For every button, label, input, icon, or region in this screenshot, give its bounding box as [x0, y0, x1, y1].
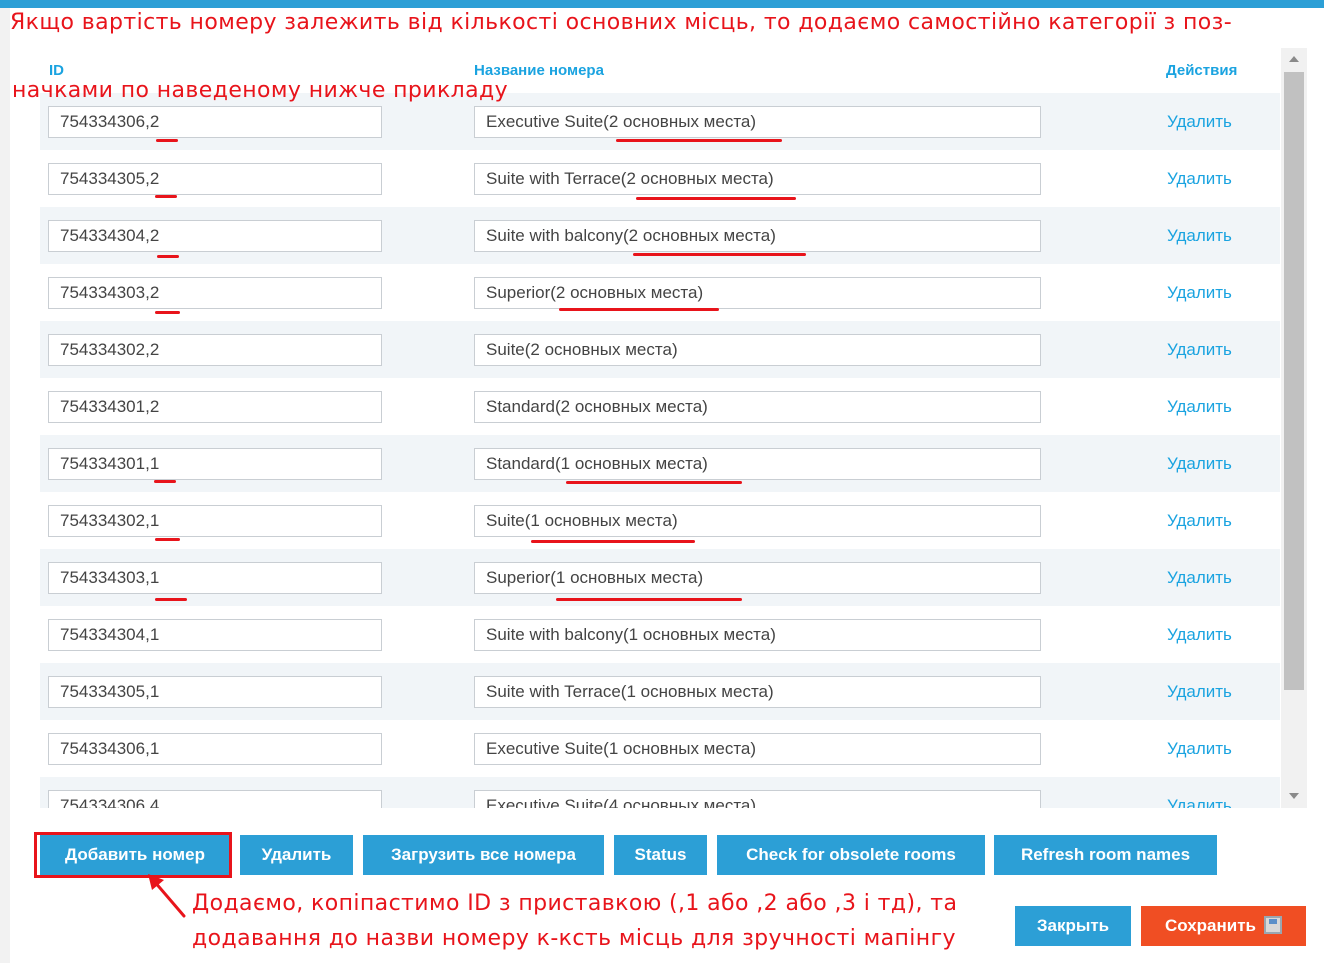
table-scrollbar[interactable]: [1281, 48, 1307, 808]
scrollbar-thumb[interactable]: [1284, 72, 1304, 690]
delete-row-link[interactable]: Удалить: [1167, 226, 1232, 246]
room-id-input[interactable]: 754334306,4: [48, 790, 382, 808]
delete-row-link[interactable]: Удалить: [1167, 568, 1232, 588]
close-button[interactable]: Закрыть: [1015, 906, 1131, 946]
room-id-input[interactable]: 754334306,1: [48, 733, 382, 765]
delete-row-link[interactable]: Удалить: [1167, 283, 1232, 303]
delete-row-link[interactable]: Удалить: [1167, 340, 1232, 360]
room-name-input[interactable]: Suite with Terrace(1 основных места): [474, 676, 1041, 708]
room-id-input[interactable]: 754334304,2: [48, 220, 382, 252]
annotation-underline: [154, 480, 176, 483]
room-id-input[interactable]: 754334305,2: [48, 163, 382, 195]
annotation-underline: [155, 195, 177, 198]
table-row: 754334301,2 Standard(2 основных места) У…: [40, 378, 1280, 435]
annotation-underline: [566, 481, 742, 484]
room-name-input[interactable]: Standard(2 основных места): [474, 391, 1041, 423]
room-name-input[interactable]: Suite(2 основных места): [474, 334, 1041, 366]
room-name-input[interactable]: Executive Suite(1 основных места): [474, 733, 1041, 765]
room-id-input[interactable]: 754334301,1: [48, 448, 382, 480]
room-name-input[interactable]: Superior(2 основных места): [474, 277, 1041, 309]
table-row: 754334306,1 Executive Suite(1 основных м…: [40, 720, 1280, 777]
room-id-input[interactable]: 754334302,1: [48, 505, 382, 537]
room-name-input[interactable]: Standard(1 основных места): [474, 448, 1041, 480]
delete-row-link[interactable]: Удалить: [1167, 682, 1232, 702]
room-id-input[interactable]: 754334306,2: [48, 106, 382, 138]
column-header-name: Название номера: [474, 62, 604, 79]
annotation-arrow-icon: [148, 874, 186, 918]
annotation-underline: [155, 311, 180, 314]
save-button-label: Сохранить: [1164, 916, 1257, 935]
delete-row-link[interactable]: Удалить: [1167, 112, 1232, 132]
room-id-input[interactable]: 754334303,1: [48, 562, 382, 594]
scroll-down-arrow-icon[interactable]: [1289, 793, 1299, 799]
delete-button[interactable]: Удалить: [240, 835, 353, 875]
status-button[interactable]: Status: [614, 835, 707, 875]
delete-row-link[interactable]: Удалить: [1167, 796, 1232, 808]
room-name-input[interactable]: Superior(1 основных места): [474, 562, 1041, 594]
table-row: 754334305,1 Suite with Terrace(1 основны…: [40, 663, 1280, 720]
table-row: 754334304,1 Suite with balcony(1 основны…: [40, 606, 1280, 663]
column-header-id: ID: [49, 62, 64, 79]
annotation-underline: [559, 308, 719, 311]
background-page-strip: [0, 8, 10, 963]
annotation-underline: [616, 139, 782, 142]
save-button[interactable]: Сохранить: [1141, 906, 1306, 946]
room-name-input[interactable]: Suite with balcony(2 основных места): [474, 220, 1041, 252]
room-name-input[interactable]: Executive Suite(2 основных места): [474, 106, 1041, 138]
room-id-input[interactable]: 754334303,2: [48, 277, 382, 309]
delete-row-link[interactable]: Удалить: [1167, 511, 1232, 531]
rooms-table: 754334306,2 Executive Suite(2 основных м…: [40, 93, 1280, 808]
dialog-title-bar: [0, 0, 1324, 8]
room-name-input[interactable]: Suite(1 основных места): [474, 505, 1041, 537]
floppy-disk-icon: [1264, 916, 1283, 934]
annotation-underline: [531, 540, 695, 543]
delete-row-link[interactable]: Удалить: [1167, 397, 1232, 417]
column-header-actions: Действия: [1166, 62, 1238, 79]
annotation-underline: [556, 598, 742, 601]
annotation-underline: [155, 598, 187, 601]
annotation-top-line1: Якщо вартість номеру залежить від кілько…: [10, 10, 1233, 35]
scroll-up-arrow-icon[interactable]: [1289, 56, 1299, 62]
table-row: 754334302,2 Suite(2 основных места) Удал…: [40, 321, 1280, 378]
refresh-room-names-button[interactable]: Refresh room names: [994, 835, 1217, 875]
annotation-bottom-line1: Додаємо, копіпастимо ID з приставкою (,1…: [192, 891, 958, 916]
annotation-underline: [157, 255, 179, 258]
room-id-input[interactable]: 754334302,2: [48, 334, 382, 366]
annotation-top-line2: начками по наведеному нижче прикладу: [12, 78, 509, 103]
room-name-input[interactable]: Suite with balcony(1 основных места): [474, 619, 1041, 651]
annotation-underline: [156, 139, 178, 142]
annotation-bottom-line2: додавання до назви номеру к-кcть місць д…: [192, 926, 956, 951]
table-row: 754334306,4 Executive Suite(4 основных м…: [40, 777, 1280, 808]
annotation-underline: [633, 253, 806, 256]
annotation-highlight-box: [34, 832, 232, 878]
annotation-underline: [636, 197, 796, 200]
delete-row-link[interactable]: Удалить: [1167, 169, 1232, 189]
delete-row-link[interactable]: Удалить: [1167, 625, 1232, 645]
room-id-input[interactable]: 754334304,1: [48, 619, 382, 651]
load-all-rooms-button[interactable]: Загрузить все номера: [363, 835, 604, 875]
check-obsolete-rooms-button[interactable]: Check for obsolete rooms: [717, 835, 985, 875]
room-name-input[interactable]: Suite with Terrace(2 основных места): [474, 163, 1041, 195]
delete-row-link[interactable]: Удалить: [1167, 739, 1232, 759]
room-name-input[interactable]: Executive Suite(4 основных места): [474, 790, 1041, 808]
table-row: 754334303,2 Superior(2 основных места) У…: [40, 264, 1280, 321]
room-id-input[interactable]: 754334301,2: [48, 391, 382, 423]
room-id-input[interactable]: 754334305,1: [48, 676, 382, 708]
delete-row-link[interactable]: Удалить: [1167, 454, 1232, 474]
annotation-underline: [155, 538, 180, 541]
